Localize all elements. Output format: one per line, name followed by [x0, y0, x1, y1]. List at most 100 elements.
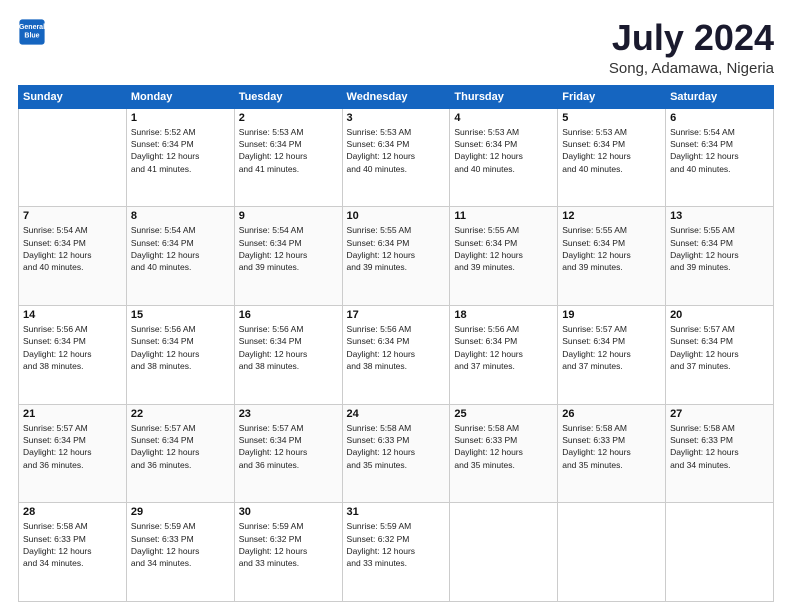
main-title: July 2024 — [609, 18, 774, 58]
calendar-cell: 26Sunrise: 5:58 AM Sunset: 6:33 PM Dayli… — [558, 404, 666, 503]
calendar-cell: 24 Sunrise: 5:58 AM Sunset: 6:33 PM Dayli… — [342, 404, 450, 503]
day-number: 13 — [670, 210, 769, 222]
day-number: 20 — [670, 309, 769, 321]
calendar-cell: 11 Sunrise: 5:55 AM Sunset: 6:34 PM Dayli… — [450, 207, 558, 306]
calendar-week-row: 28 Sunrise: 5:58 AM Sunset: 6:33 PM Dayli… — [19, 503, 774, 602]
weekday-header: Tuesday — [234, 85, 342, 108]
weekday-header: Monday — [126, 85, 234, 108]
calendar-cell: 20Sunrise: 5:57 AM Sunset: 6:34 PM Dayli… — [666, 305, 774, 404]
day-number: 18 — [454, 309, 553, 321]
day-info: Sunrise: 5:57 AM Sunset: 6:34 PM Dayligh… — [562, 323, 661, 372]
day-info: Sunrise: 5:58 AM Sunset: 6:33 PM Dayligh… — [454, 422, 553, 471]
subtitle: Song, Adamawa, Nigeria — [609, 60, 774, 77]
day-number: 11 — [454, 210, 553, 222]
day-info: Sunrise: 5:54 AM Sunset: 6:34 PM Dayligh… — [23, 224, 122, 273]
weekday-header: Thursday — [450, 85, 558, 108]
day-info: Sunrise: 5:56 AM Sunset: 6:34 PM Dayligh… — [131, 323, 230, 372]
day-info: Sunrise: 5:56 AM Sunset: 6:34 PM Dayligh… — [347, 323, 446, 372]
day-number: 12 — [562, 210, 661, 222]
logo: General Blue — [18, 18, 46, 46]
svg-text:Blue: Blue — [24, 33, 39, 40]
calendar-cell: 29 Sunrise: 5:59 AM Sunset: 6:33 PM Dayli… — [126, 503, 234, 602]
calendar-cell: 14Sunrise: 5:56 AM Sunset: 6:34 PM Dayli… — [19, 305, 127, 404]
day-number: 25 — [454, 408, 553, 420]
day-number: 2 — [239, 112, 338, 124]
day-number: 4 — [454, 112, 553, 124]
calendar-cell: 13 Sunrise: 5:55 AM Sunset: 6:34 PM Dayli… — [666, 207, 774, 306]
calendar-cell: 8 Sunrise: 5:54 AM Sunset: 6:34 PM Daylig… — [126, 207, 234, 306]
day-number: 8 — [131, 210, 230, 222]
calendar-cell: 22 Sunrise: 5:57 AM Sunset: 6:34 PM Dayli… — [126, 404, 234, 503]
day-number: 14 — [23, 309, 122, 321]
calendar-cell: 9Sunrise: 5:54 AM Sunset: 6:34 PM Daylig… — [234, 207, 342, 306]
page: General Blue July 2024 Song, Adamawa, Ni… — [0, 0, 792, 612]
day-info: Sunrise: 5:58 AM Sunset: 6:33 PM Dayligh… — [670, 422, 769, 471]
calendar-cell: 5Sunrise: 5:53 AM Sunset: 6:34 PM Daylig… — [558, 108, 666, 207]
calendar-week-row: 21 Sunrise: 5:57 AM Sunset: 6:34 PM Dayli… — [19, 404, 774, 503]
day-info: Sunrise: 5:58 AM Sunset: 6:33 PM Dayligh… — [23, 520, 122, 569]
day-number: 19 — [562, 309, 661, 321]
title-block: July 2024 Song, Adamawa, Nigeria — [609, 18, 774, 77]
day-info: Sunrise: 5:54 AM Sunset: 6:34 PM Dayligh… — [131, 224, 230, 273]
calendar-header-row: SundayMondayTuesdayWednesdayThursdayFrid… — [19, 85, 774, 108]
calendar-cell — [666, 503, 774, 602]
day-info: Sunrise: 5:57 AM Sunset: 6:34 PM Dayligh… — [131, 422, 230, 471]
day-info: Sunrise: 5:53 AM Sunset: 6:34 PM Dayligh… — [454, 126, 553, 175]
calendar-cell: 28 Sunrise: 5:58 AM Sunset: 6:33 PM Dayli… — [19, 503, 127, 602]
calendar-cell: 19 Sunrise: 5:57 AM Sunset: 6:34 PM Dayli… — [558, 305, 666, 404]
day-number: 22 — [131, 408, 230, 420]
day-number: 9 — [239, 210, 338, 222]
day-info: Sunrise: 5:59 AM Sunset: 6:32 PM Dayligh… — [347, 520, 446, 569]
header: General Blue July 2024 Song, Adamawa, Ni… — [18, 18, 774, 77]
day-number: 28 — [23, 506, 122, 518]
day-number: 31 — [347, 506, 446, 518]
day-info: Sunrise: 5:57 AM Sunset: 6:34 PM Dayligh… — [239, 422, 338, 471]
calendar-cell: 6Sunrise: 5:54 AM Sunset: 6:34 PM Daylig… — [666, 108, 774, 207]
day-number: 30 — [239, 506, 338, 518]
day-info: Sunrise: 5:57 AM Sunset: 6:34 PM Dayligh… — [23, 422, 122, 471]
logo-icon: General Blue — [18, 18, 46, 46]
calendar-week-row: 1Sunrise: 5:52 AM Sunset: 6:34 PM Daylig… — [19, 108, 774, 207]
calendar-cell — [19, 108, 127, 207]
calendar-cell: 10Sunrise: 5:55 AM Sunset: 6:34 PM Dayli… — [342, 207, 450, 306]
day-info: Sunrise: 5:56 AM Sunset: 6:34 PM Dayligh… — [239, 323, 338, 372]
day-number: 3 — [347, 112, 446, 124]
day-info: Sunrise: 5:59 AM Sunset: 6:33 PM Dayligh… — [131, 520, 230, 569]
day-info: Sunrise: 5:53 AM Sunset: 6:34 PM Dayligh… — [562, 126, 661, 175]
calendar-cell: 30 Sunrise: 5:59 AM Sunset: 6:32 PM Dayli… — [234, 503, 342, 602]
weekday-header: Friday — [558, 85, 666, 108]
calendar-cell: 25 Sunrise: 5:58 AM Sunset: 6:33 PM Dayli… — [450, 404, 558, 503]
day-number: 15 — [131, 309, 230, 321]
day-info: Sunrise: 5:55 AM Sunset: 6:34 PM Dayligh… — [347, 224, 446, 273]
calendar-cell — [558, 503, 666, 602]
calendar-cell: 2 Sunrise: 5:53 AM Sunset: 6:34 PM Daylig… — [234, 108, 342, 207]
weekday-header: Sunday — [19, 85, 127, 108]
day-info: Sunrise: 5:54 AM Sunset: 6:34 PM Dayligh… — [670, 126, 769, 175]
day-info: Sunrise: 5:55 AM Sunset: 6:34 PM Dayligh… — [562, 224, 661, 273]
svg-text:General: General — [19, 24, 45, 31]
day-number: 16 — [239, 309, 338, 321]
day-info: Sunrise: 5:58 AM Sunset: 6:33 PM Dayligh… — [562, 422, 661, 471]
calendar-cell: 15 Sunrise: 5:56 AM Sunset: 6:34 PM Dayli… — [126, 305, 234, 404]
calendar-week-row: 7 Sunrise: 5:54 AM Sunset: 6:34 PM Daylig… — [19, 207, 774, 306]
day-number: 29 — [131, 506, 230, 518]
day-number: 21 — [23, 408, 122, 420]
day-info: Sunrise: 5:55 AM Sunset: 6:34 PM Dayligh… — [454, 224, 553, 273]
day-info: Sunrise: 5:58 AM Sunset: 6:33 PM Dayligh… — [347, 422, 446, 471]
day-info: Sunrise: 5:56 AM Sunset: 6:34 PM Dayligh… — [454, 323, 553, 372]
calendar-cell: 21 Sunrise: 5:57 AM Sunset: 6:34 PM Dayli… — [19, 404, 127, 503]
day-info: Sunrise: 5:59 AM Sunset: 6:32 PM Dayligh… — [239, 520, 338, 569]
day-info: Sunrise: 5:53 AM Sunset: 6:34 PM Dayligh… — [347, 126, 446, 175]
calendar-cell: 4 Sunrise: 5:53 AM Sunset: 6:34 PM Daylig… — [450, 108, 558, 207]
calendar-week-row: 14 Sunrise: 5:56 AM Sunset: 6:34 PM Dayli… — [19, 305, 774, 404]
weekday-header: Saturday — [666, 85, 774, 108]
calendar-cell: 18 Sunrise: 5:56 AM Sunset: 6:34 PM Dayli… — [450, 305, 558, 404]
calendar-cell: 12 Sunrise: 5:55 AM Sunset: 6:34 PM Dayli… — [558, 207, 666, 306]
day-number: 7 — [23, 210, 122, 222]
day-number: 17 — [347, 309, 446, 321]
day-info: Sunrise: 5:55 AM Sunset: 6:34 PM Dayligh… — [670, 224, 769, 273]
day-number: 27 — [670, 408, 769, 420]
day-info: Sunrise: 5:53 AM Sunset: 6:34 PM Dayligh… — [239, 126, 338, 175]
day-number: 24 — [347, 408, 446, 420]
calendar-cell — [450, 503, 558, 602]
